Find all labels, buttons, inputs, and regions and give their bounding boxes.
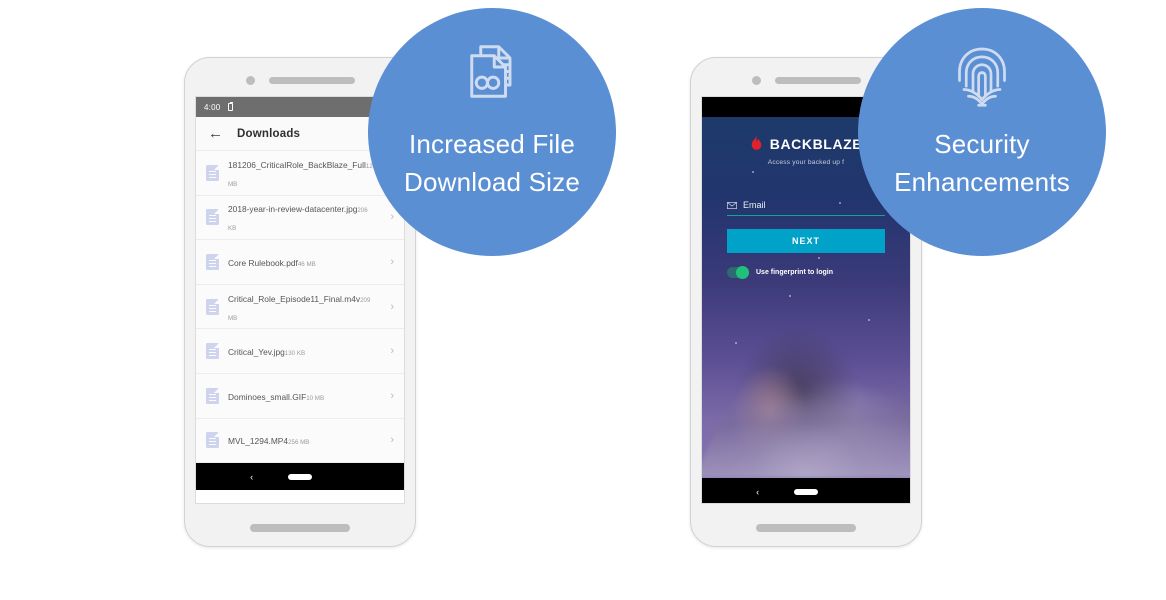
badge-label: Increased File Download Size: [403, 129, 581, 197]
battery-icon: [228, 102, 234, 111]
earpiece-speaker: [774, 76, 861, 84]
page-title: Downloads: [237, 127, 301, 140]
file-name: 181206_CriticalRole_BackBlaze_Full: [228, 159, 366, 170]
file-size: 130 KB: [284, 350, 306, 358]
file-row[interactable]: Critical_Role_Episode11_Final.m4v209 MB ›: [196, 285, 404, 330]
file-name: Core Rulebook.pdf: [228, 257, 298, 268]
file-row[interactable]: 2018-year-in-review-datacenter.jpg206 KB…: [196, 196, 404, 241]
badge-security-enhancements: Security Enhancements: [858, 8, 1106, 256]
file-name: 2018-year-in-review-datacenter.jpg: [228, 204, 358, 215]
fingerprint-toggle-label: Use fingerprint to login: [756, 269, 833, 276]
nav-back-icon[interactable]: ‹: [250, 472, 253, 482]
documents-infinity-icon: [470, 45, 512, 98]
chevron-right-icon[interactable]: ›: [386, 434, 394, 446]
android-navigation-bar: ‹: [196, 463, 404, 491]
document-icon: [206, 343, 219, 360]
file-name: Critical_Yev.jpg: [228, 347, 285, 358]
home-button-bar: [250, 524, 350, 532]
backblaze-flame-icon: [751, 135, 762, 150]
file-size: 256 MB: [288, 439, 310, 447]
chevron-right-icon[interactable]: ›: [386, 301, 394, 313]
fingerprint-toggle[interactable]: [727, 266, 749, 279]
status-time: 4:00: [204, 102, 221, 112]
file-meta: MVL_1294.MP4256 MB: [228, 431, 377, 449]
chevron-right-icon[interactable]: ›: [386, 390, 394, 402]
document-icon: [206, 387, 219, 404]
brand-name: BACKBLAZE: [769, 135, 863, 152]
downloads-file-list[interactable]: 181206_CriticalRole_BackBlaze_Full121 MB…: [196, 151, 404, 464]
next-button[interactable]: NEXT: [727, 229, 885, 253]
file-row[interactable]: Critical_Yev.jpg130 KB ›: [196, 329, 404, 374]
home-button-bar: [756, 524, 856, 532]
document-icon: [206, 209, 219, 226]
mountain-wallpaper: [702, 308, 910, 478]
canvas: 4:00 ← Downloads 181206_CriticalRole_Bac…: [0, 0, 1166, 600]
front-camera-icon: [751, 75, 761, 85]
envelope-icon: [727, 201, 737, 209]
email-input[interactable]: Email: [743, 200, 766, 210]
file-meta: Dominoes_small.GIF10 MB: [228, 387, 377, 405]
back-arrow-icon[interactable]: ←: [208, 126, 223, 141]
fingerprint-toggle-row[interactable]: Use fingerprint to login: [727, 266, 885, 279]
file-size: 10 MB: [306, 394, 325, 402]
nav-back-icon[interactable]: ‹: [756, 487, 759, 497]
file-name: Critical_Role_Episode11_Final.m4v: [228, 293, 361, 304]
document-icon: [206, 432, 219, 449]
fingerprint-icon: [958, 47, 1006, 107]
star-dot: [789, 295, 792, 298]
nav-home-pill[interactable]: [288, 473, 312, 480]
phone-chin: [185, 524, 415, 532]
nav-home-pill[interactable]: [794, 488, 818, 495]
file-meta: Critical_Role_Episode11_Final.m4v209 MB: [228, 289, 377, 325]
front-camera-icon: [245, 75, 255, 85]
file-row[interactable]: MVL_1294.MP4256 MB ›: [196, 419, 404, 464]
file-name: Dominoes_small.GIF: [228, 391, 307, 402]
badge-increased-file-download-size: Increased File Download Size: [368, 8, 616, 256]
file-row[interactable]: Dominoes_small.GIF10 MB ›: [196, 374, 404, 419]
document-icon: [206, 298, 219, 315]
file-name: MVL_1294.MP4: [228, 436, 289, 447]
file-meta: Core Rulebook.pdf46 MB: [228, 253, 377, 271]
file-row[interactable]: Core Rulebook.pdf46 MB ›: [196, 240, 404, 285]
android-navigation-bar: ‹: [702, 478, 910, 503]
file-meta: 2018-year-in-review-datacenter.jpg206 KB: [228, 199, 377, 235]
chevron-right-icon[interactable]: ›: [386, 345, 394, 357]
document-icon: [206, 253, 219, 270]
file-meta: 181206_CriticalRole_BackBlaze_Full121 MB: [228, 155, 377, 191]
file-size: 46 MB: [297, 260, 316, 268]
document-icon: [206, 164, 219, 181]
chevron-right-icon[interactable]: ›: [386, 256, 394, 268]
phone-chin: [691, 524, 921, 532]
email-field[interactable]: Email: [727, 200, 885, 216]
earpiece-speaker: [268, 76, 355, 84]
file-meta: Critical_Yev.jpg130 KB: [228, 342, 377, 360]
chevron-right-icon[interactable]: ›: [386, 211, 394, 223]
badge-label: Security Enhancements: [894, 129, 1070, 197]
